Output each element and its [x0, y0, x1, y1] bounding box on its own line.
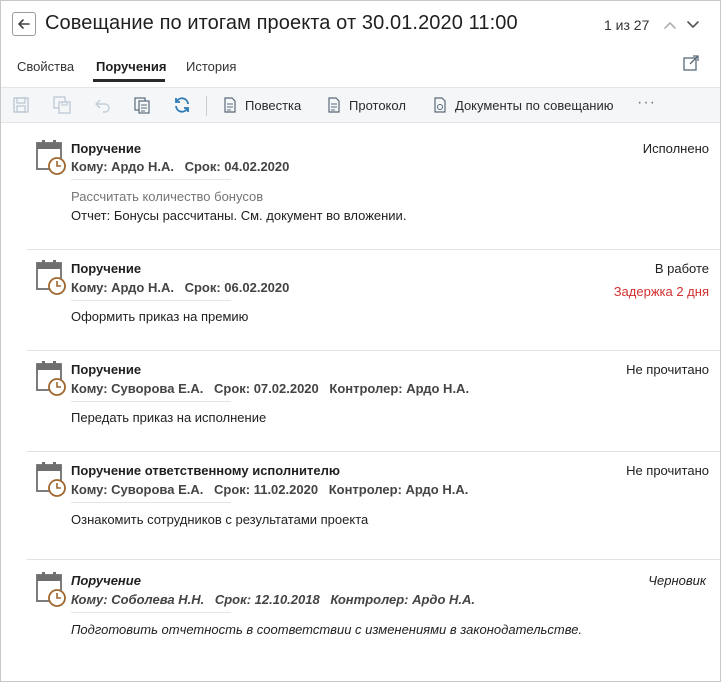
meta-underline	[71, 612, 231, 613]
item-description: Ознакомить сотрудников с результатами пр…	[71, 512, 369, 527]
item-recipient: Кому: Ардо Н.А.	[71, 159, 174, 174]
item-title: Поручение	[71, 362, 142, 377]
meta-underline	[71, 401, 231, 402]
arrow-left-icon	[18, 19, 30, 29]
item-description: Отчет: Бонусы рассчитаны. См. документ в…	[71, 208, 407, 223]
toolbar: Повестка Протокол Документы по совещанию…	[1, 87, 720, 123]
item-status: Черновик	[648, 573, 706, 588]
item-due-date: Срок: 07.02.2020	[213, 381, 319, 396]
agenda-button[interactable]: Повестка	[223, 88, 301, 122]
copy-icon[interactable]	[133, 96, 151, 114]
item-status: Не прочитано	[626, 362, 709, 377]
tab-properties[interactable]: Свойства	[17, 59, 74, 74]
list-item[interactable]: Поручение Кому: Ардо Н.А. Срок: 06.02.20…	[1, 249, 720, 351]
undo-icon[interactable]	[93, 96, 111, 114]
item-meta: Кому: Ардо Н.А. Срок: 06.02.2020	[71, 280, 289, 295]
item-controller: Контролер: Ардо Н.А.	[330, 592, 476, 607]
item-controller: Контролер: Ардо Н.А.	[328, 482, 469, 497]
item-description: Оформить приказ на премию	[71, 309, 249, 324]
calendar-clock-icon	[36, 361, 66, 396]
page-title: Совещание по итогам проекта от 30.01.202…	[45, 12, 518, 34]
item-status: Не прочитано	[626, 463, 709, 478]
calendar-clock-icon	[36, 140, 66, 175]
calendar-clock-icon	[36, 462, 66, 497]
refresh-icon[interactable]	[173, 96, 191, 114]
meta-underline	[71, 502, 231, 503]
item-title: Поручение	[71, 573, 141, 588]
tab-assignments[interactable]: Поручения	[96, 59, 167, 74]
item-meta: Кому: Ардо Н.А. Срок: 04.02.2020	[71, 159, 289, 174]
list-item[interactable]: Поручение Кому: Суворова Е.А. Срок: 07.0…	[1, 350, 720, 452]
next-button[interactable]	[683, 15, 703, 35]
item-meta: Кому: Суворова Е.А. Срок: 11.02.2020 Кон…	[71, 482, 468, 497]
save-all-icon[interactable]	[53, 96, 71, 114]
meeting-documents-button[interactable]: Документы по совещанию	[433, 88, 614, 122]
tab-history[interactable]: История	[186, 59, 236, 74]
item-due-date: Срок: 06.02.2020	[184, 280, 290, 295]
calendar-clock-icon	[36, 260, 66, 295]
toolbar-separator	[206, 96, 207, 116]
item-description: Передать приказ на исполнение	[71, 410, 267, 425]
more-button[interactable]: ···	[637, 94, 656, 112]
item-description: Подготовить отчетность в соответствии с …	[71, 622, 583, 637]
chevron-up-icon	[664, 22, 676, 29]
list-item[interactable]: Поручение Кому: Ардо Н.А. Срок: 04.02.20…	[1, 123, 720, 250]
item-delay-badge: Задержка 2 дня	[613, 284, 709, 299]
back-button[interactable]	[12, 12, 36, 36]
item-subject: Рассчитать количество бонусов	[71, 189, 264, 204]
meta-underline	[71, 300, 231, 301]
documents-icon	[434, 97, 446, 113]
item-title: Поручение ответственному исполнителю	[71, 463, 340, 478]
document-icon	[224, 97, 236, 113]
item-recipient: Кому: Суворова Е.А.	[71, 381, 204, 396]
item-recipient: Кому: Суворова Е.А.	[71, 482, 204, 497]
item-meta: Кому: Суворова Е.А. Срок: 07.02.2020 Кон…	[71, 381, 469, 396]
chevron-down-icon	[687, 21, 699, 28]
item-due-date: Срок: 04.02.2020	[184, 159, 290, 174]
item-title: Поручение	[71, 261, 142, 276]
document-icon	[328, 97, 340, 113]
previous-button[interactable]	[660, 15, 680, 35]
item-status: В работе	[654, 261, 709, 276]
pager-counter: 1 из 27	[604, 17, 650, 33]
item-status: Исполнено	[642, 141, 709, 156]
open-external-icon[interactable]	[682, 54, 700, 72]
item-recipient: Кому: Соболева Н.Н.	[71, 592, 205, 607]
document-window: Совещание по итогам проекта от 30.01.202…	[0, 0, 721, 682]
item-meta: Кому: Соболева Н.Н. Срок: 12.10.2018 Кон…	[71, 592, 475, 607]
item-due-date: Срок: 11.02.2020	[213, 482, 319, 497]
protocol-button-label: Протокол	[349, 97, 406, 113]
list-item[interactable]: Поручение Кому: Соболева Н.Н. Срок: 12.1…	[1, 559, 720, 659]
save-icon[interactable]	[12, 96, 30, 114]
meeting-documents-button-label: Документы по совещанию	[455, 97, 614, 113]
agenda-button-label: Повестка	[245, 97, 302, 113]
item-controller: Контролер: Ардо Н.А.	[329, 381, 470, 396]
protocol-button[interactable]: Протокол	[327, 88, 406, 122]
active-tab-indicator	[93, 79, 165, 82]
item-title: Поручение	[71, 141, 142, 156]
item-recipient: Кому: Ардо Н.А.	[71, 280, 174, 295]
meta-underline	[71, 179, 231, 180]
calendar-clock-icon	[36, 572, 66, 607]
tab-bar: Свойства Поручения История	[1, 53, 720, 83]
item-due-date: Срок: 12.10.2018	[214, 592, 320, 607]
header: Совещание по итогам проекта от 30.01.202…	[1, 1, 720, 49]
list-item[interactable]: Поручение ответственному исполнителю Ком…	[1, 451, 720, 560]
